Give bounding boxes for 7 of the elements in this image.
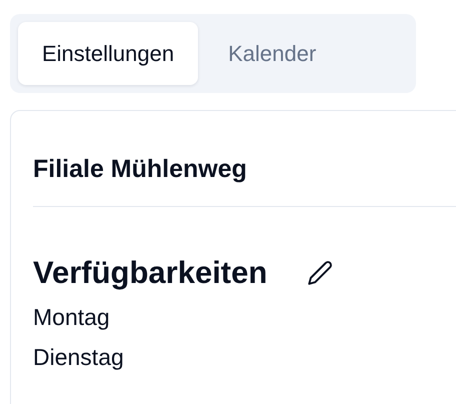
edit-icon[interactable] bbox=[307, 260, 334, 286]
tab[interactable]: Einstellungen bbox=[18, 22, 198, 85]
card-title: Filiale Mühlenweg bbox=[33, 154, 248, 185]
weekday-label: Montag bbox=[33, 303, 111, 332]
section-title: Verfügbarkeiten bbox=[33, 255, 268, 291]
weekday-label: Dienstag bbox=[33, 343, 125, 372]
tab[interactable]: Kalender bbox=[204, 22, 340, 85]
